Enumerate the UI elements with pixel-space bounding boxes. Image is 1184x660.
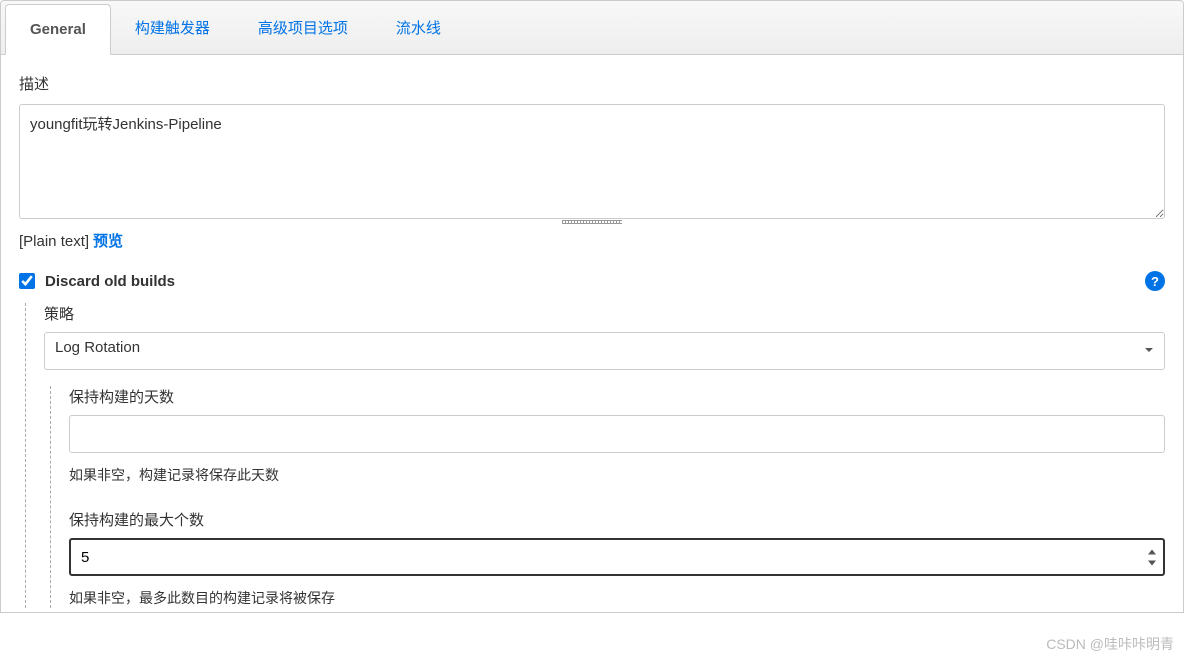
- resize-grip[interactable]: [19, 220, 1165, 224]
- tab-advanced-options[interactable]: 高级项目选项: [234, 1, 372, 54]
- days-to-keep-input[interactable]: [69, 415, 1165, 453]
- content-panel: 描述 [Plain text] 预览 Discard old builds ? …: [0, 55, 1184, 613]
- strategy-select[interactable]: Log Rotation: [44, 332, 1165, 370]
- rotation-fields: 保持构建的天数 如果非空，构建记录将保存此天数 保持构建的最大个数: [50, 386, 1165, 608]
- watermark: CSDN @哇咔咔明青: [1046, 634, 1174, 654]
- days-to-keep-help: 如果非空，构建记录将保存此天数: [69, 465, 1165, 485]
- description-textarea[interactable]: [19, 104, 1165, 219]
- discard-checkbox-row: Discard old builds ?: [19, 271, 1165, 291]
- spinner-up[interactable]: [1145, 547, 1159, 557]
- tab-build-triggers[interactable]: 构建触发器: [111, 1, 234, 54]
- max-builds-help: 如果非空，最多此数目的构建记录将被保存: [69, 588, 1165, 608]
- tab-pipeline[interactable]: 流水线: [372, 1, 465, 54]
- spinner-down[interactable]: [1145, 558, 1159, 568]
- tab-general[interactable]: General: [5, 4, 111, 55]
- description-label: 描述: [19, 73, 1165, 94]
- number-spinner: [1145, 547, 1159, 568]
- preview-link[interactable]: 预览: [93, 233, 123, 250]
- discard-old-builds-label: Discard old builds: [45, 273, 175, 290]
- help-icon[interactable]: ?: [1145, 271, 1165, 291]
- discard-old-builds-checkbox[interactable]: [19, 273, 35, 289]
- format-row: [Plain text] 预览: [19, 230, 1165, 251]
- max-builds-label: 保持构建的最大个数: [69, 509, 1165, 530]
- strategy-label: 策略: [44, 303, 1165, 324]
- max-builds-input[interactable]: [69, 538, 1165, 576]
- tab-bar: General 构建触发器 高级项目选项 流水线: [0, 0, 1184, 55]
- strategy-section: 策略 Log Rotation 保持构建的天数 如果非空，构建记录将保存此天数 …: [25, 303, 1165, 608]
- days-to-keep-label: 保持构建的天数: [69, 386, 1165, 407]
- plain-text-label: [Plain text]: [19, 233, 89, 250]
